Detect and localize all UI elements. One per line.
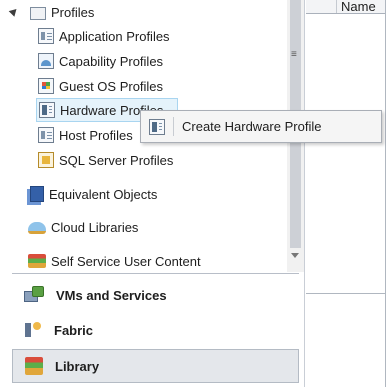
capability-profile-icon	[38, 53, 54, 69]
tree-item-guest-os-profiles[interactable]: Guest OS Profiles	[38, 75, 278, 97]
guest-os-profile-icon	[38, 78, 54, 94]
tree-item-self-service-user-content[interactable]: Self Service User Content	[28, 250, 283, 272]
tree-item-equivalent-objects[interactable]: Equivalent Objects	[30, 183, 280, 205]
tree-item-label: Equivalent Objects	[49, 186, 158, 202]
column-header-row: Name	[306, 0, 386, 14]
context-menu: Create Hardware Profile	[140, 110, 382, 143]
workspace-label: VMs and Services	[56, 287, 167, 303]
sql-server-profile-icon	[38, 152, 54, 168]
fabric-icon	[24, 321, 42, 339]
vms-services-icon	[24, 286, 44, 304]
tree-item-label: Host Profiles	[59, 127, 133, 143]
tree-item-label: Application Profiles	[59, 28, 170, 44]
hardware-profile-icon	[39, 102, 55, 118]
application-profile-icon	[38, 28, 54, 44]
equivalent-objects-icon	[30, 186, 44, 202]
workspace-button-vms-and-services[interactable]: VMs and Services	[12, 278, 299, 312]
tree-node-profiles[interactable]: Profiles	[4, 1, 274, 23]
tree-item-label: Cloud Libraries	[51, 219, 139, 235]
column-separator[interactable]	[336, 0, 337, 13]
context-menu-icon-column	[141, 111, 173, 142]
tree-item-cloud-libraries[interactable]: Cloud Libraries	[28, 216, 278, 238]
column-header-name[interactable]: Name	[341, 0, 376, 13]
hardware-profile-icon	[149, 118, 165, 135]
profiles-folder-icon	[30, 6, 46, 20]
workspace-divider	[12, 273, 299, 274]
tree-item-sql-server-profiles[interactable]: SQL Server Profiles	[38, 149, 278, 171]
tree-item-application-profiles[interactable]: Application Profiles	[38, 25, 278, 47]
collapse-arrow-icon[interactable]	[8, 6, 20, 17]
content-pane: Name	[306, 0, 386, 387]
scrollbar-grip-icon: ≡	[291, 49, 297, 60]
tree-item-label: Guest OS Profiles	[59, 78, 164, 94]
tree-item-label: Capability Profiles	[59, 53, 164, 69]
content-divider	[306, 293, 386, 294]
tree-item-label: Self Service User Content	[51, 253, 201, 269]
tree-item-label: SQL Server Profiles	[59, 152, 174, 168]
workspace-label: Library	[55, 358, 100, 374]
context-menu-separator	[173, 117, 174, 136]
tree-node-label: Profiles	[51, 4, 95, 20]
workspace-button-fabric[interactable]: Fabric	[12, 313, 299, 347]
library-icon	[25, 357, 43, 375]
self-service-content-icon	[28, 254, 46, 268]
tree-item-capability-profiles[interactable]: Capability Profiles	[38, 50, 278, 72]
menu-item-create-hardware-profile[interactable]: Create Hardware Profile	[182, 119, 321, 134]
scroll-down-arrow-icon[interactable]	[291, 253, 299, 258]
cloud-libraries-icon	[28, 222, 46, 234]
workspace-label: Fabric	[54, 322, 94, 338]
host-profile-icon	[38, 127, 54, 143]
workspace-button-library[interactable]: Library	[12, 349, 299, 383]
navigation-pane: Profiles Application Profiles Capability…	[0, 0, 305, 387]
